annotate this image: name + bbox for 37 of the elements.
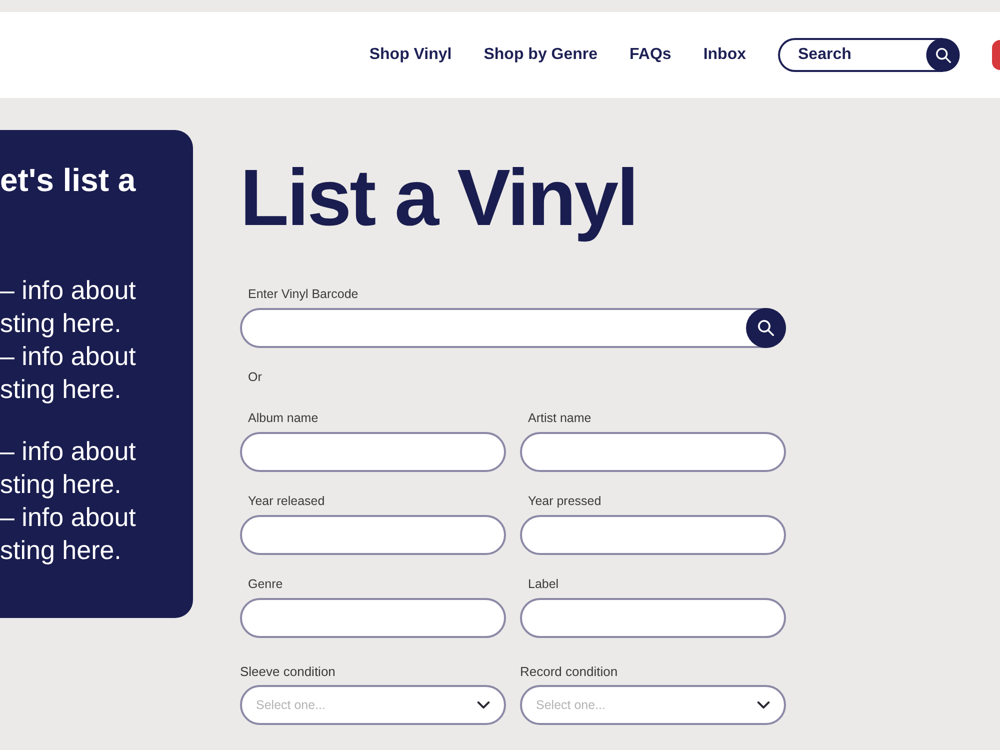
text-field[interactable] (240, 515, 506, 555)
nav-link[interactable]: Inbox (703, 46, 746, 64)
nav-link[interactable]: Shop Vinyl (369, 46, 452, 64)
panel-text: sting here. (0, 468, 122, 501)
field-label: Genre (247, 577, 284, 592)
text-field[interactable] (240, 432, 506, 472)
text-field[interactable] (520, 598, 786, 638)
panel-text: – info about (0, 274, 137, 307)
search-field[interactable]: Search (778, 38, 926, 72)
field-label: Album name (247, 411, 320, 426)
field-label: Year pressed (527, 494, 602, 509)
or-text: Or (248, 370, 263, 385)
nav-link[interactable]: FAQs (630, 46, 672, 64)
field-label: Year released (247, 494, 326, 509)
avatar-icon[interactable] (992, 40, 1000, 70)
panel-heading: et's list a (0, 161, 137, 199)
field-label: Enter Vinyl Barcode (247, 287, 360, 302)
search-icon (758, 320, 774, 336)
panel-text: – info about (0, 501, 137, 534)
search-icon (936, 48, 950, 62)
text-field[interactable] (240, 598, 506, 638)
panel-text: sting here. (0, 307, 122, 340)
search-button[interactable] (746, 308, 786, 348)
search-button[interactable] (926, 38, 960, 72)
panel-text: – info about (0, 340, 137, 373)
field-label: Record condition (520, 664, 619, 679)
field-label: Label (527, 577, 560, 592)
chevron-down-icon (477, 700, 490, 710)
panel-text: – info about (0, 435, 137, 468)
field-label: Artist name (527, 411, 592, 426)
text-field[interactable] (520, 432, 786, 472)
field-label: Sleeve condition (240, 664, 336, 679)
text-field[interactable] (520, 515, 786, 555)
panel-text: sting here. (0, 534, 122, 567)
nav-link[interactable]: Shop by Genre (484, 46, 598, 64)
chevron-down-icon (757, 700, 770, 710)
panel-text: sting here. (0, 373, 122, 406)
